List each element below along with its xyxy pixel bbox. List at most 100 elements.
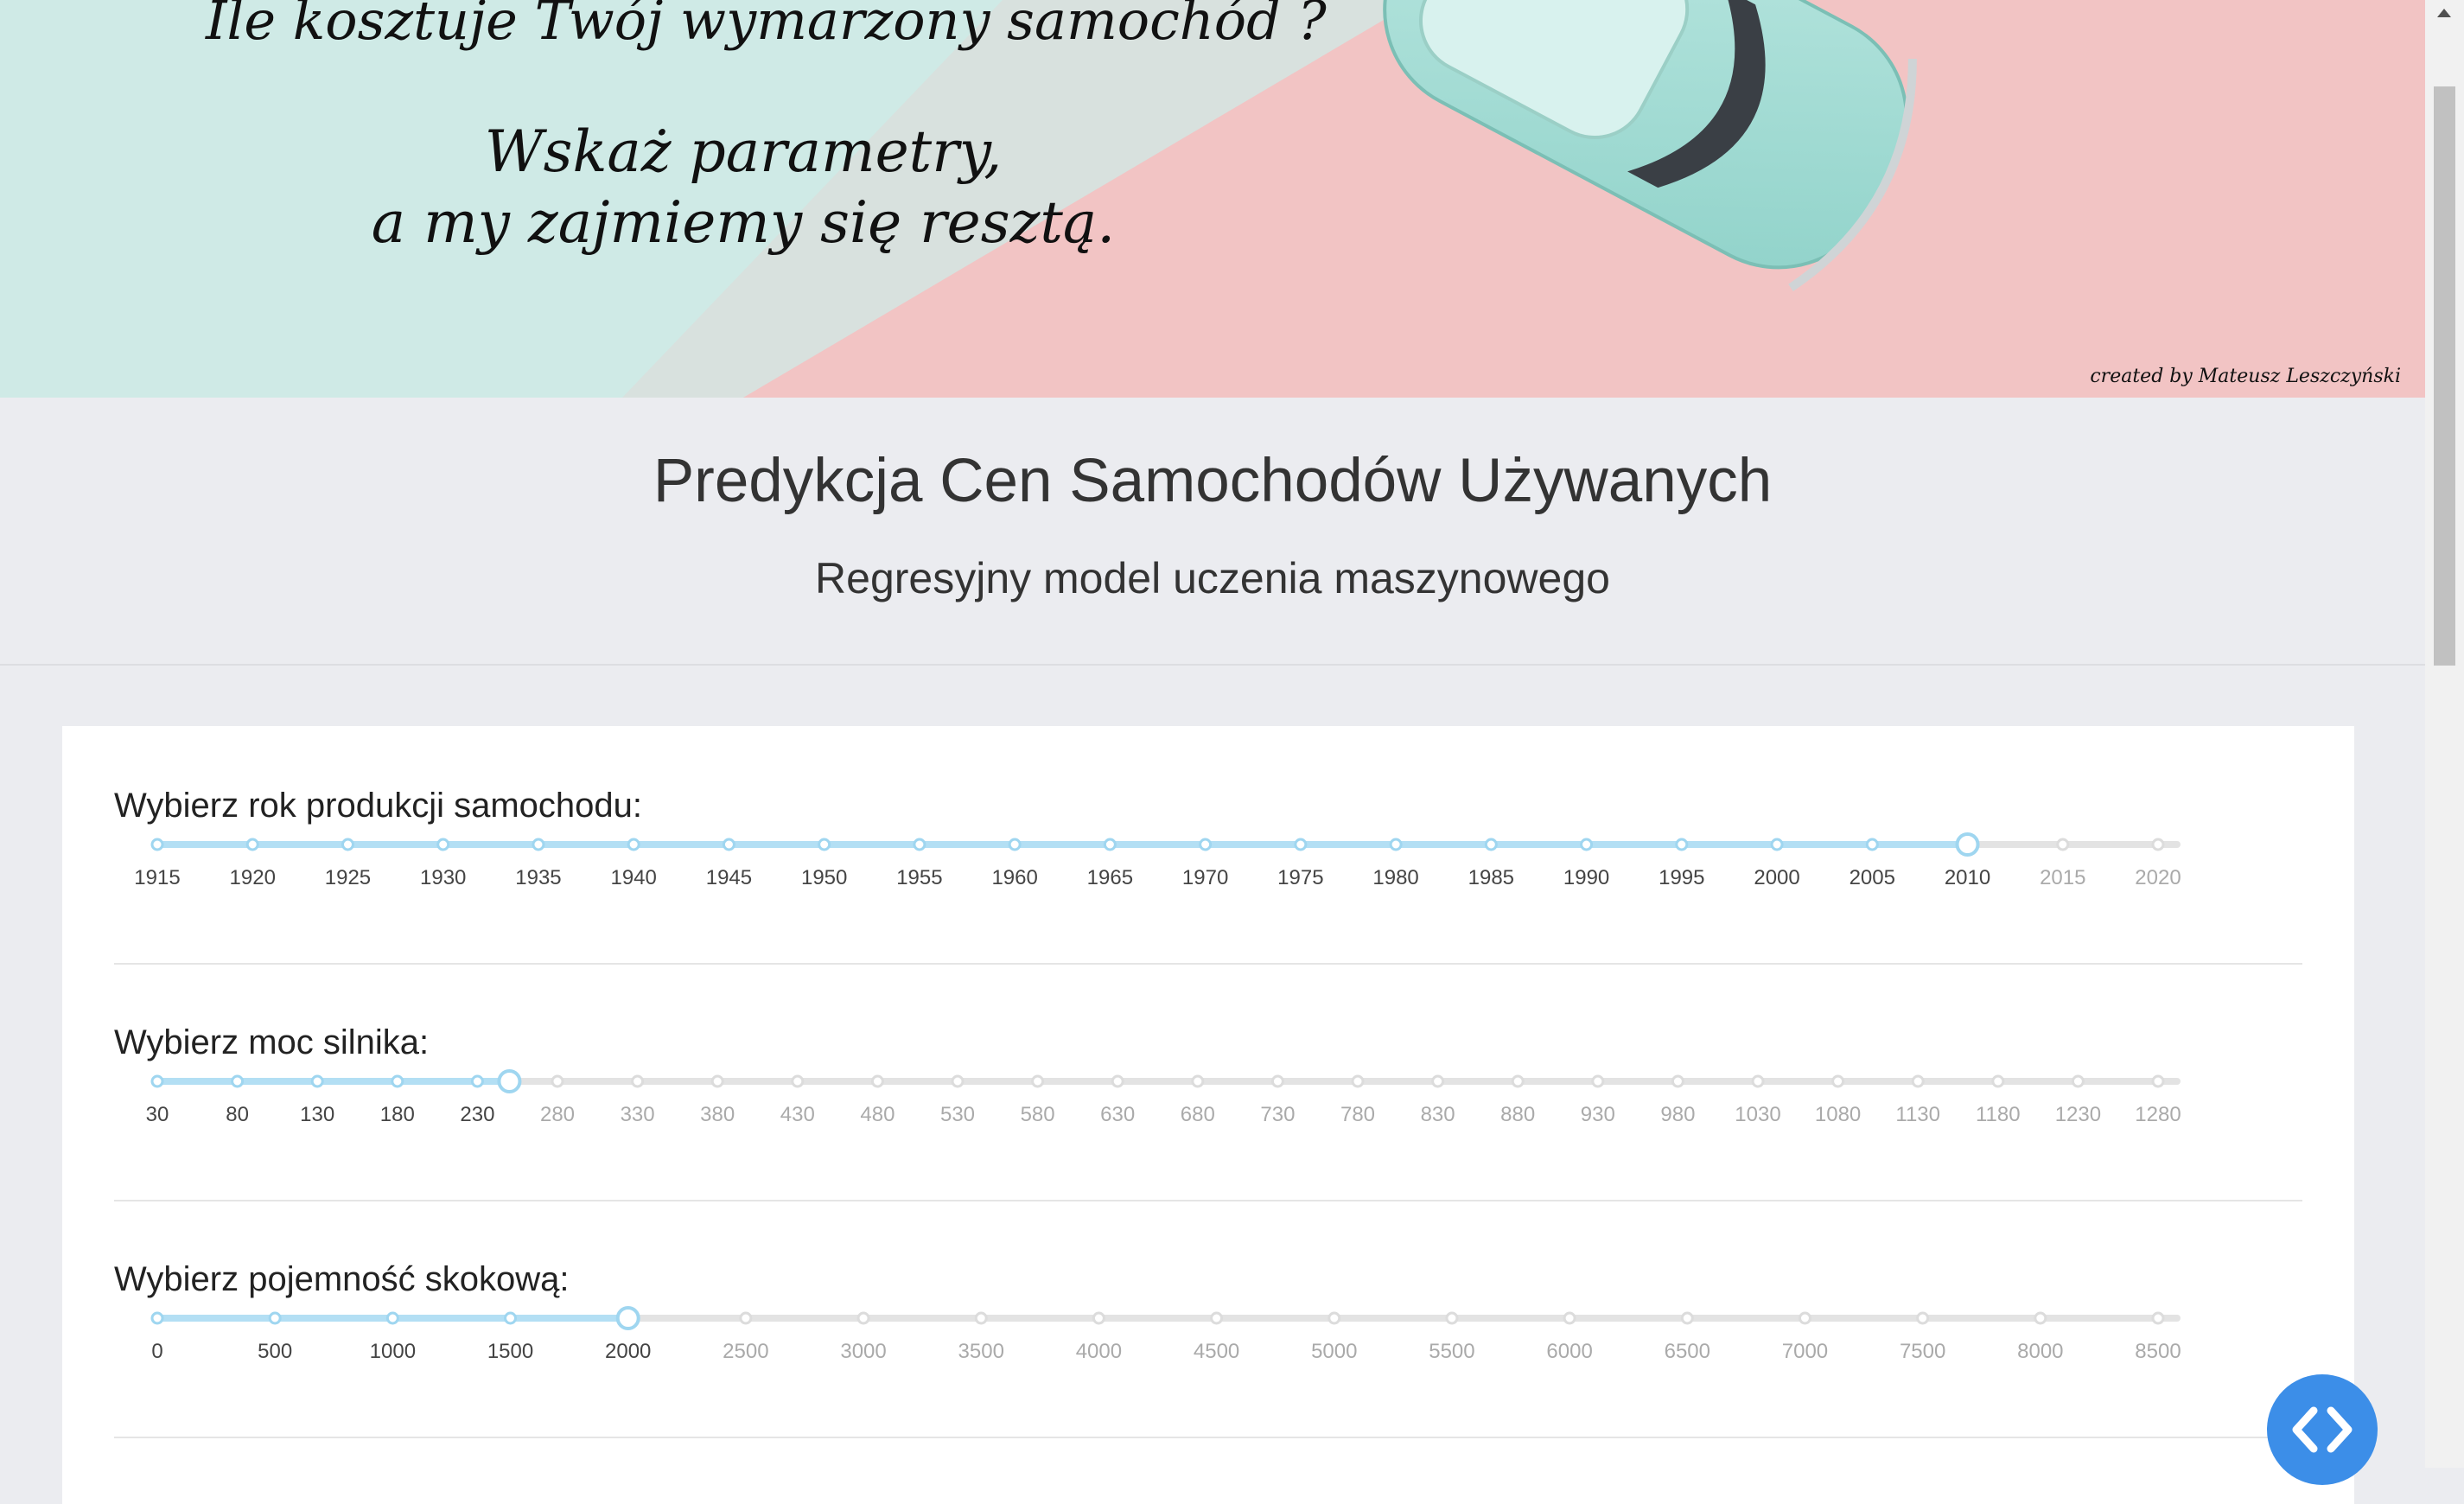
slider-tick-dot[interactable] bbox=[1770, 838, 1784, 851]
slider-tick-dot[interactable] bbox=[1831, 1074, 1845, 1088]
slider-tick-label: 1925 bbox=[325, 866, 371, 889]
slider-tick-dot[interactable] bbox=[1563, 1311, 1576, 1325]
slider-tick-label: 780 bbox=[1340, 1103, 1375, 1126]
slider-tick-dot[interactable] bbox=[1294, 838, 1308, 851]
slider-tick-dot[interactable] bbox=[1680, 1311, 1694, 1325]
slider-tick-dot[interactable] bbox=[1798, 1311, 1811, 1325]
slider-tick-label: 7000 bbox=[1782, 1340, 1828, 1363]
banner-image: Ile kosztuje Twój wymarzony samochód ? W… bbox=[0, 0, 2425, 398]
displacement-slider[interactable]: 0 500 1000 1500 2000 2500 3000 3500 4000 4500 5000… bbox=[114, 1200, 2302, 1437]
slider-tick-dot[interactable] bbox=[551, 1074, 564, 1088]
slider-tick-dot[interactable] bbox=[532, 838, 545, 851]
slider-tick-dot[interactable] bbox=[2034, 1311, 2047, 1325]
engine-power-slider[interactable]: 30 80 130 180 230 280 330 380 430 480 530 580 630 680… bbox=[114, 963, 2302, 1200]
slider-tick-dot[interactable] bbox=[2151, 1074, 2165, 1088]
slider-tick-dot[interactable] bbox=[870, 1074, 884, 1088]
page-subtitle: Regresyjny model uczenia maszynowego bbox=[815, 554, 1610, 602]
slider-tick-label: 1080 bbox=[1815, 1103, 1861, 1126]
slider-tick-dot[interactable] bbox=[1911, 1074, 1925, 1088]
slider-tick-dot[interactable] bbox=[470, 1074, 484, 1088]
slider-tick-dot[interactable] bbox=[1092, 1311, 1105, 1325]
slider-tick-label: 1230 bbox=[2055, 1103, 2101, 1126]
slider-tick-label: 1950 bbox=[801, 866, 847, 889]
slider-tick-dot[interactable] bbox=[1191, 1074, 1205, 1088]
slider-tick-dot[interactable] bbox=[2071, 1074, 2085, 1088]
slider-tick-dot[interactable] bbox=[1328, 1311, 1341, 1325]
banner-line-1: Ile kosztuje Twój wymarzony samochód ? bbox=[205, 0, 1327, 52]
slider-tick-dot[interactable] bbox=[1008, 838, 1022, 851]
slider-tick-label: 380 bbox=[700, 1103, 735, 1126]
slider-tick-dot[interactable] bbox=[504, 1311, 518, 1325]
slider-tick-dot[interactable] bbox=[627, 838, 640, 851]
slider-tick-label: 2000 bbox=[1754, 866, 1799, 889]
slider-tick-dot[interactable] bbox=[631, 1074, 645, 1088]
page-scrollbar[interactable] bbox=[2425, 0, 2464, 1468]
slider-tick-dot[interactable] bbox=[1389, 838, 1403, 851]
slider-tick-dot[interactable] bbox=[150, 1074, 164, 1088]
slider-tick-dot[interactable] bbox=[268, 1311, 282, 1325]
slider-tick-dot[interactable] bbox=[722, 838, 735, 851]
slider-tick-dot[interactable] bbox=[1671, 1074, 1684, 1088]
year-slider[interactable]: 1915 1920 1925 1930 1935 1940 1945 1950 1955 1960… bbox=[114, 726, 2302, 963]
slider-tick-label: 1965 bbox=[1087, 866, 1133, 889]
slider-tick-dot[interactable] bbox=[245, 838, 259, 851]
slider-tick-label: 480 bbox=[860, 1103, 895, 1126]
slider-tick-dot[interactable] bbox=[150, 1311, 164, 1325]
slider-tick-dot[interactable] bbox=[1484, 838, 1498, 851]
slider-tick-label: 2020 bbox=[2135, 866, 2181, 889]
slider-handle[interactable] bbox=[1955, 832, 1980, 857]
slider-tick-label: 1000 bbox=[370, 1340, 416, 1363]
slider-tick-label: 2000 bbox=[605, 1340, 651, 1363]
slider-tick-dot[interactable] bbox=[1199, 838, 1213, 851]
page-header: Predykcja Cen Samochodów Używanych Regre… bbox=[0, 398, 2425, 666]
slider-tick-dot[interactable] bbox=[1916, 1311, 1930, 1325]
slider-tick-dot[interactable] bbox=[310, 1074, 324, 1088]
slider-tick-dot[interactable] bbox=[1580, 838, 1594, 851]
slider-tick-dot[interactable] bbox=[1210, 1311, 1224, 1325]
slider-tick-dot[interactable] bbox=[150, 838, 164, 851]
slider-tick-dot[interactable] bbox=[1431, 1074, 1445, 1088]
slider-tick-dot[interactable] bbox=[856, 1311, 870, 1325]
slider-tick-dot[interactable] bbox=[231, 1074, 245, 1088]
slider-tick-dot[interactable] bbox=[1751, 1074, 1765, 1088]
slider-tick-dot[interactable] bbox=[1991, 1074, 2005, 1088]
slider-tick-dot[interactable] bbox=[2151, 838, 2165, 851]
slider-tick-dot[interactable] bbox=[1511, 1074, 1525, 1088]
slider-tick-dot[interactable] bbox=[2056, 838, 2070, 851]
slider-tick-dot[interactable] bbox=[1865, 838, 1879, 851]
slider-tick-dot[interactable] bbox=[913, 838, 926, 851]
slider-tick-dot[interactable] bbox=[1591, 1074, 1605, 1088]
slider-handle[interactable] bbox=[497, 1069, 522, 1093]
slider-tick-dot[interactable] bbox=[385, 1311, 399, 1325]
slider-tick-label: 4500 bbox=[1194, 1340, 1239, 1363]
slider-handle[interactable] bbox=[615, 1306, 640, 1330]
slider-tick-label: 1280 bbox=[2135, 1103, 2181, 1126]
slider-tick-label: 1945 bbox=[706, 866, 752, 889]
slider-tick-dot[interactable] bbox=[1031, 1074, 1045, 1088]
scroll-up-arrow-icon[interactable] bbox=[2437, 9, 2451, 17]
slider-tick-dot[interactable] bbox=[951, 1074, 965, 1088]
slider-tick-dot[interactable] bbox=[791, 1074, 805, 1088]
slider-tick-label: 230 bbox=[460, 1103, 494, 1126]
slider-tick-label: 1130 bbox=[1895, 1103, 1940, 1126]
slider-tick-dot[interactable] bbox=[436, 838, 450, 851]
slider-tick-label: 6500 bbox=[1665, 1340, 1710, 1363]
slider-tick-label: 930 bbox=[1581, 1103, 1615, 1126]
slider-tick-dot[interactable] bbox=[341, 838, 354, 851]
slider-tick-dot[interactable] bbox=[974, 1311, 988, 1325]
slider-tick-dot[interactable] bbox=[1111, 1074, 1124, 1088]
slider-tick-dot[interactable] bbox=[1103, 838, 1117, 851]
slider-tick-dot[interactable] bbox=[710, 1074, 724, 1088]
scrollbar-thumb[interactable] bbox=[2434, 86, 2455, 666]
slider-tick-label: 1915 bbox=[134, 866, 180, 889]
slider-tick-label: 1975 bbox=[1277, 866, 1323, 889]
slider-tick-dot[interactable] bbox=[818, 838, 831, 851]
slider-tick-dot[interactable] bbox=[1270, 1074, 1284, 1088]
code-toggle-button[interactable] bbox=[2267, 1374, 2378, 1485]
slider-tick-dot[interactable] bbox=[391, 1074, 404, 1088]
slider-tick-dot[interactable] bbox=[1675, 838, 1689, 851]
slider-tick-dot[interactable] bbox=[1351, 1074, 1365, 1088]
slider-tick-dot[interactable] bbox=[2151, 1311, 2165, 1325]
slider-tick-dot[interactable] bbox=[739, 1311, 753, 1325]
slider-tick-dot[interactable] bbox=[1445, 1311, 1459, 1325]
